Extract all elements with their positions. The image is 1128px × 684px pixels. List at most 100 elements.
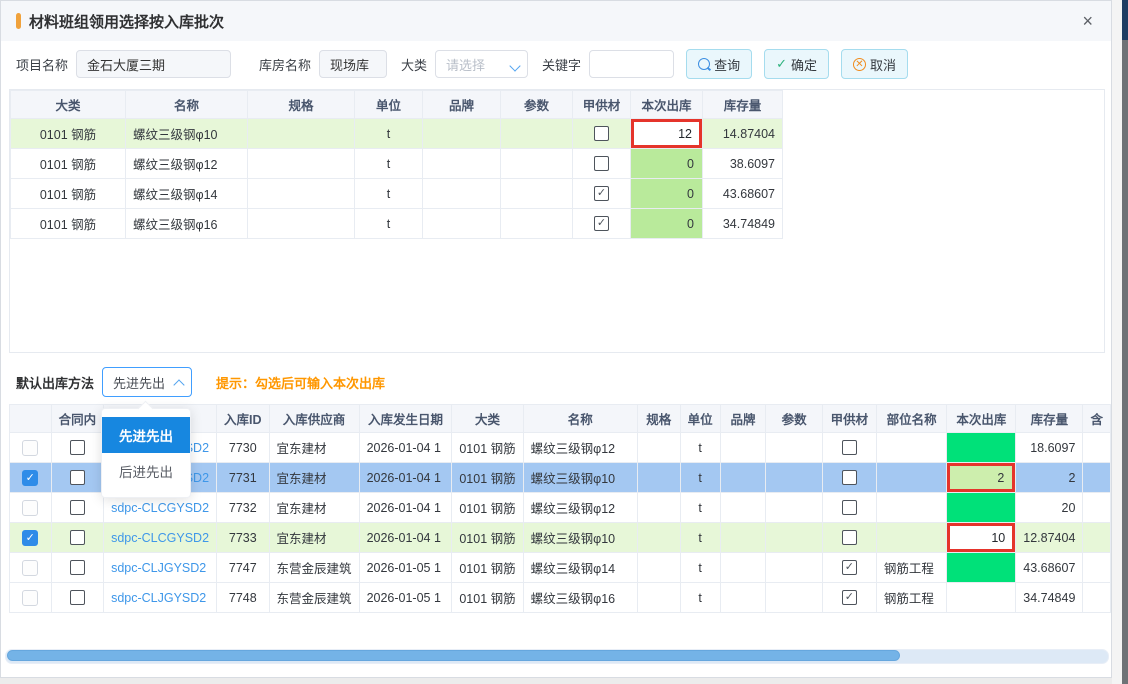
owner-supplied-cell	[822, 463, 876, 493]
summary-header-4: 品牌	[423, 91, 501, 119]
qty-out-value[interactable]	[947, 493, 1015, 522]
batch-header-13: 部位名称	[876, 405, 947, 433]
batch-header-9: 单位	[680, 405, 720, 433]
owner-supplied-checkbox[interactable]: ✓	[594, 216, 609, 231]
keyword-input[interactable]	[589, 50, 674, 78]
summary-header-3: 单位	[355, 91, 423, 119]
spec-cell	[637, 433, 680, 463]
unit-cell: t	[680, 583, 720, 613]
row-select-checkbox[interactable]	[22, 560, 38, 576]
owner-supplied-checkbox[interactable]	[842, 470, 857, 485]
query-button[interactable]: 查询	[686, 49, 752, 79]
row-select-checkbox[interactable]: ✓	[22, 530, 38, 546]
contract-in-checkbox[interactable]	[70, 530, 85, 545]
qty-out-value[interactable]: 0	[631, 209, 702, 238]
owner-supplied-checkbox[interactable]: ✓	[842, 590, 857, 605]
contract-in-checkbox[interactable]	[70, 560, 85, 575]
confirm-button[interactable]: ✓ 确定	[764, 49, 829, 79]
project-name-input[interactable]: 金石大厦三期	[76, 50, 231, 78]
batch-row[interactable]: sdpc-CLJGYSD27748东营金辰建筑2026-01-05 10101 …	[10, 583, 1111, 613]
method-option-0[interactable]: 先进先出	[102, 417, 190, 453]
contract-in-checkbox[interactable]	[70, 440, 85, 455]
name-cell: 螺纹三级钢φ14	[126, 179, 248, 209]
contract-in-checkbox[interactable]	[70, 470, 85, 485]
summary-row[interactable]: 0101 钢筋螺纹三级钢φ12t038.6097	[11, 149, 783, 179]
name-cell: 螺纹三级钢φ14	[523, 553, 637, 583]
unit-cell: t	[355, 209, 423, 239]
inbound-id-cell: 7731	[217, 463, 270, 493]
stock-cell: 43.68607	[1016, 553, 1083, 583]
stock-cell: 12.87404	[1016, 523, 1083, 553]
owner-supplied-checkbox[interactable]	[842, 500, 857, 515]
unit-cell: t	[680, 463, 720, 493]
contract-no-link[interactable]: sdpc-CLCGYSD2	[111, 501, 209, 515]
param-cell	[766, 583, 823, 613]
horizontal-scrollbar[interactable]	[5, 649, 1109, 664]
extra-cell	[1083, 523, 1111, 553]
owner-supplied-checkbox[interactable]	[842, 440, 857, 455]
contract-no-link[interactable]: sdpc-CLJGYSD2	[111, 591, 206, 605]
contract-no-link[interactable]: sdpc-CLJGYSD2	[111, 561, 206, 575]
spec-cell	[637, 463, 680, 493]
owner-supplied-checkbox[interactable]	[594, 156, 609, 171]
owner-supplied-cell	[573, 119, 631, 149]
owner-supplied-checkbox[interactable]: ✓	[842, 560, 857, 575]
qty-out-input[interactable]: 10	[950, 526, 1012, 549]
select-cell	[10, 433, 52, 463]
search-icon	[698, 58, 710, 70]
spec-cell	[248, 179, 355, 209]
summary-row[interactable]: 0101 钢筋螺纹三级钢φ10t1214.87404	[11, 119, 783, 149]
part-name-cell	[876, 493, 947, 523]
category-select[interactable]: 请选择	[435, 50, 528, 78]
scrollbar-thumb[interactable]	[7, 650, 900, 661]
method-option-1[interactable]: 后进先出	[102, 453, 190, 489]
owner-supplied-checkbox[interactable]	[842, 530, 857, 545]
summary-row[interactable]: 0101 钢筋螺纹三级钢φ16t✓034.74849	[11, 209, 783, 239]
row-select-checkbox[interactable]	[22, 500, 38, 516]
cancel-button[interactable]: ✕ 取消	[841, 49, 908, 79]
part-name-cell: 钢筋工程	[876, 553, 947, 583]
qty-out-value[interactable]: 0	[631, 149, 702, 178]
row-select-checkbox[interactable]: ✓	[22, 470, 38, 486]
supplier-cell: 宜东建材	[269, 523, 359, 553]
select-cell	[10, 553, 52, 583]
param-cell	[501, 119, 573, 149]
inbound-date-cell: 2026-01-04 1	[359, 463, 452, 493]
batch-header-8: 规格	[637, 405, 680, 433]
contract-in-checkbox[interactable]	[70, 500, 85, 515]
part-name-cell	[876, 523, 947, 553]
contract-in-cell	[51, 583, 104, 613]
cancel-circle-icon: ✕	[853, 58, 866, 71]
owner-supplied-cell: ✓	[822, 553, 876, 583]
method-dropdown-panel: 先进先出后进先出	[101, 408, 191, 498]
brand-cell	[423, 149, 501, 179]
qty-out-value[interactable]	[947, 433, 1015, 462]
close-icon[interactable]: ×	[1082, 11, 1093, 31]
summary-row[interactable]: 0101 钢筋螺纹三级钢φ14t✓043.68607	[11, 179, 783, 209]
row-select-checkbox[interactable]	[22, 590, 38, 606]
param-cell	[766, 463, 823, 493]
brand-cell	[423, 119, 501, 149]
owner-supplied-checkbox[interactable]: ✓	[594, 186, 609, 201]
batch-row[interactable]: ✓sdpc-CLCGYSD27733宜东建材2026-01-04 10101 钢…	[10, 523, 1111, 553]
warehouse-name-input[interactable]: 现场库	[319, 50, 387, 78]
chevron-up-icon	[173, 379, 184, 390]
qty-out-value[interactable]	[947, 553, 1015, 582]
default-method-select[interactable]: 先进先出	[102, 367, 192, 397]
contract-no-link[interactable]: sdpc-CLCGYSD2	[111, 531, 209, 545]
brand-cell	[720, 433, 766, 463]
filter-bar: 项目名称 金石大厦三期 库房名称 现场库 大类 请选择 关键字 查询 ✓ 确定 …	[1, 41, 1111, 87]
qty-out-value[interactable]: 2	[950, 466, 1012, 489]
stock-cell: 43.68607	[703, 179, 783, 209]
part-name-cell	[876, 463, 947, 493]
batch-row[interactable]: sdpc-CLJGYSD27747东营金辰建筑2026-01-05 10101 …	[10, 553, 1111, 583]
owner-supplied-checkbox[interactable]	[594, 126, 609, 141]
contract-in-checkbox[interactable]	[70, 590, 85, 605]
qty-out-input[interactable]: 12	[634, 122, 699, 145]
qty-out-cell: 10	[947, 523, 1016, 553]
qty-out-value[interactable]: 0	[631, 179, 702, 208]
unit-cell: t	[680, 523, 720, 553]
row-select-checkbox[interactable]	[22, 440, 38, 456]
dialog-titlebar: 材料班组领用选择按入库批次 ×	[1, 1, 1111, 42]
stock-cell: 2	[1016, 463, 1083, 493]
